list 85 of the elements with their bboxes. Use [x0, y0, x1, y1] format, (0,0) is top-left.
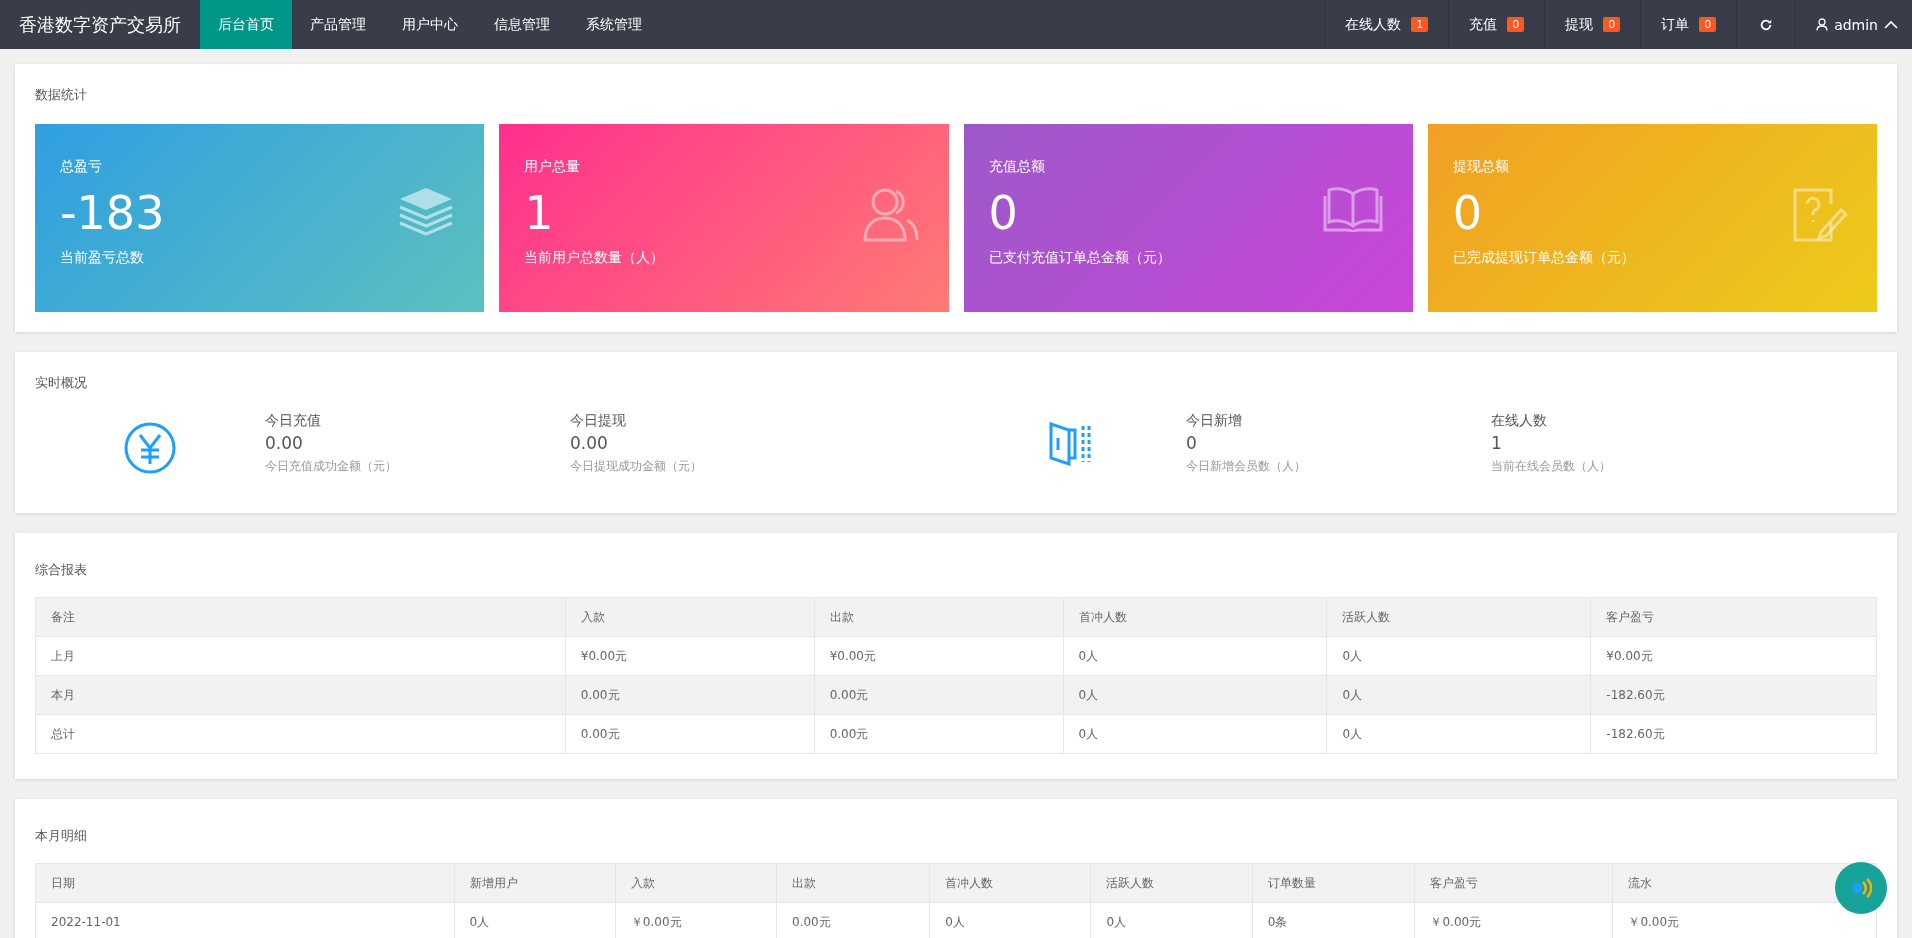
stat-note: 已支付充值订单总金额（元）	[988, 249, 1172, 268]
panel-title: 数据统计	[35, 86, 88, 104]
table-cell: 0.00元	[814, 714, 1063, 754]
count-badge: 0	[1699, 17, 1717, 32]
table-cell: 0人	[1326, 675, 1591, 715]
count-badge: 0	[1507, 17, 1525, 32]
panel-title: 综合报表	[35, 561, 88, 579]
count-badge: 0	[1603, 17, 1621, 32]
metric-note: 今日新增会员数（人）	[1186, 458, 1307, 475]
metric-label: 今日提现	[570, 412, 627, 430]
user-icon	[1816, 18, 1829, 31]
table-cell: -182.60元	[1590, 714, 1877, 754]
nav-tab[interactable]: 系统管理	[568, 0, 660, 49]
table-cell: 0人	[1063, 675, 1327, 715]
yen-icon	[124, 422, 176, 474]
table-cell: 本月	[35, 675, 566, 715]
column-header: 日期	[35, 863, 455, 903]
user-menu[interactable]: admin	[1795, 0, 1912, 49]
stat-value: 1	[524, 186, 554, 242]
nav-tab[interactable]: 后台首页	[200, 0, 292, 49]
table-cell: 0.00元	[565, 675, 815, 715]
panel-title: 本月明细	[35, 827, 88, 845]
caret-icon	[1884, 20, 1898, 29]
column-header: 客户盈亏	[1590, 597, 1877, 637]
counter-link[interactable]: 订单 0	[1640, 0, 1737, 49]
stat-label: 用户总量	[524, 158, 582, 176]
door-icon	[1049, 422, 1093, 466]
metric-value: 1	[1491, 433, 1503, 453]
metric-note: 今日提现成功金额（元）	[570, 458, 703, 475]
table-cell: 2022-11-01	[35, 902, 455, 938]
count-badge: 1	[1411, 17, 1429, 32]
stat-value: -183	[60, 186, 165, 242]
column-header: 首冲人数	[1063, 597, 1327, 637]
stat-note: 当前盈亏总数	[60, 249, 145, 268]
column-header: 首冲人数	[929, 863, 1091, 903]
column-header: 客户盈亏	[1414, 863, 1613, 903]
nav-tab[interactable]: 用户中心	[384, 0, 476, 49]
metric-note: 今日充值成功金额（元）	[265, 458, 398, 475]
counter-link[interactable]: 在线人数 1	[1324, 0, 1449, 49]
stat-label: 充值总额	[988, 158, 1046, 176]
table-cell: 上月	[35, 636, 566, 676]
table-cell: ¥0.00元	[565, 636, 815, 676]
metric-value: 0	[1186, 433, 1198, 453]
metric-label: 今日新增	[1186, 412, 1243, 430]
refresh-icon	[1759, 17, 1774, 32]
column-header: 新增用户	[454, 863, 616, 903]
table-cell: -182.60元	[1590, 675, 1877, 715]
column-header: 出款	[776, 863, 930, 903]
layers-icon	[398, 186, 455, 236]
column-header: 活跃人数	[1090, 863, 1253, 903]
table-cell: 0人	[1063, 636, 1327, 676]
table-cell: 0.00元	[814, 675, 1063, 715]
column-header: 出款	[814, 597, 1063, 637]
stat-label: 提现总额	[1452, 158, 1510, 176]
table-cell: ¥0.00元	[814, 636, 1063, 676]
metric-value: 0.00	[265, 433, 304, 453]
table-cell: 0人	[1326, 714, 1591, 754]
panel-title: 实时概况	[35, 374, 88, 392]
table-cell: 0人	[1063, 714, 1327, 754]
column-header: 活跃人数	[1326, 597, 1591, 637]
book-icon	[1322, 186, 1383, 232]
counter-link[interactable]: 提现 0	[1544, 0, 1641, 49]
metric-note: 当前在线会员数（人）	[1491, 458, 1612, 475]
stat-note: 当前用户总数量（人）	[524, 249, 666, 268]
table-cell: 总计	[35, 714, 566, 754]
column-header: 入款	[615, 863, 777, 903]
column-header: 订单数量	[1252, 863, 1415, 903]
table-cell: 0人	[1326, 636, 1591, 676]
column-header: 备注	[35, 597, 566, 637]
stat-value: 0	[1452, 186, 1483, 242]
stat-value: 0	[988, 186, 1018, 242]
stat-label: 总盈亏	[60, 158, 103, 176]
question-document-icon	[1791, 186, 1847, 244]
table-cell: 0.00元	[565, 714, 815, 754]
nav-tab[interactable]: 产品管理	[292, 0, 384, 49]
column-header: 入款	[565, 597, 815, 637]
site-title: 香港数字资产交易所	[18, 12, 182, 37]
counter-link[interactable]: 充值 0	[1448, 0, 1545, 49]
metric-label: 今日充值	[265, 412, 322, 430]
table-cell: ¥0.00元	[1590, 636, 1877, 676]
stat-note: 已完成提现订单总金额（元）	[1452, 249, 1636, 268]
metric-label: 在线人数	[1491, 412, 1548, 430]
users-icon	[862, 186, 919, 242]
nav-tab[interactable]: 信息管理	[476, 0, 568, 49]
metric-value: 0.00	[570, 433, 609, 453]
